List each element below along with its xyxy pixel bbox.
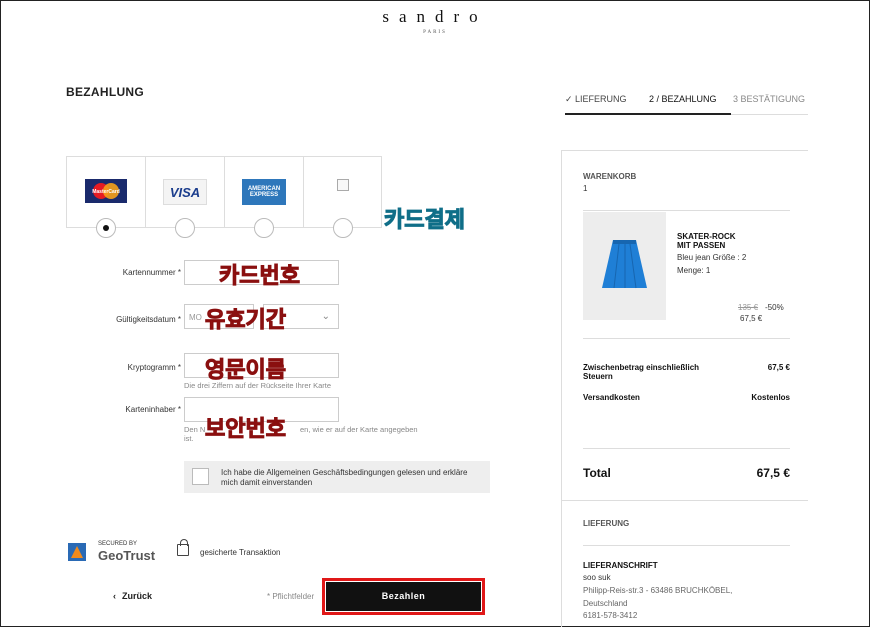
radio-other[interactable] [333,218,353,238]
subtotal-label-line1: Zwischenbetrag einschließlich [583,363,700,372]
shipping-value: Kostenlos [751,393,790,402]
chevron-left-icon: ‹ [113,591,116,601]
lock-icon [177,539,189,556]
product-image[interactable] [583,212,666,320]
card-number-label: Kartennummer * [122,268,181,277]
cvv-label: Kryptogramm * [127,363,181,372]
annotation-card-payment: 카드결제 [384,207,466,233]
page-title: BEZAHLUNG [66,85,145,99]
card-holder-hint-tail: ist. [184,434,194,443]
secured-by-text: SECURED BY [98,541,138,547]
geotrust-badge: SECURED BY GeoTrust [68,540,166,564]
cart-divider-top [583,210,790,211]
address-phone: 6181-578-3412 [583,611,638,620]
delivery-divider [583,545,790,546]
geotrust-text: GeoTrust [98,548,156,563]
back-link[interactable]: ‹ Zurück [113,591,152,601]
address-street: Philipp-Reis-str.3 - 63486 BRUCHKÖBEL, [583,586,733,595]
step-delivery[interactable]: ✓ LIEFERUNG [565,94,627,105]
mastercard-logo: MasterCard [85,179,127,203]
expiry-label: Gültigkeitsdatum * [116,315,181,324]
radio-mastercard[interactable] [96,218,116,238]
annotation-english-name: 영문이름 [205,357,287,383]
brand-subtitle: PARIS [423,30,447,35]
steps-progress-indicator [565,113,731,115]
visa-logo: VISA [163,179,207,205]
subtotal-value: 67,5 € [767,363,790,372]
skirt-icon [602,240,647,289]
total-label: Total [583,466,611,480]
brand-logo[interactable]: sandro [0,7,870,27]
cart-title: WARENKORB [583,172,637,181]
required-note: * Pflichtfelder [267,592,315,601]
terms-checkbox[interactable] [192,468,209,485]
broken-image-icon [336,179,349,191]
product-old-price: 135 € [738,303,759,312]
expiry-month-placeholder: MO [189,313,202,322]
annotation-card-number: 카드번호 [219,263,301,289]
cart-divider-total [583,448,790,449]
step-payment: 2 / BEZAHLUNG [649,94,717,104]
card-holder-label: Karteninhaber * [125,405,181,414]
chevron-down-icon: ⌄ [321,311,330,322]
radio-amex[interactable] [254,218,274,238]
product-discount: -50% [765,303,784,312]
secure-transaction-text: gesicherte Transaktion [200,548,281,557]
card-holder-hint-end: en, wie er auf der Karte angegeben [300,425,418,434]
address-title: LIEFERANSCHRIFT [583,561,658,570]
cart-divider-delivery [561,500,808,501]
total-value: 67,5 € [756,466,790,480]
amex-logo: AMERICAN EXPRESS [242,179,286,205]
product-name-line1[interactable]: SKATER-ROCK [677,232,736,241]
subtotal-label-line2: Steuern [583,372,613,381]
card-holder-hint-start: Den N [184,425,206,434]
cart-divider-product [583,338,790,339]
product-quantity: Menge: 1 [677,266,711,275]
address-country: Deutschland [583,599,628,608]
product-price: 67,5 € [740,314,763,323]
delivery-title: LIEFERUNG [583,519,630,528]
shipping-label: Versandkosten [583,393,640,402]
radio-visa[interactable] [175,218,195,238]
annotation-expiry: 유효기간 [205,307,287,333]
terms-text: Ich habe die Allgemeinen Geschäftsbeding… [221,468,468,487]
cart-count: 1 [583,184,588,193]
back-label: Zurück [122,591,153,601]
product-variant: Bleu jean Größe : 2 [677,253,747,262]
pay-button[interactable]: Bezahlen [326,582,481,611]
svg-text:MasterCard: MasterCard [92,189,120,195]
address-name: soo suk [583,573,611,582]
product-name-line2[interactable]: MIT PASSEN [677,241,725,250]
annotation-security-code: 보안번호 [205,416,287,442]
step-confirmation: 3 BESTÄTIGUNG [733,94,806,104]
